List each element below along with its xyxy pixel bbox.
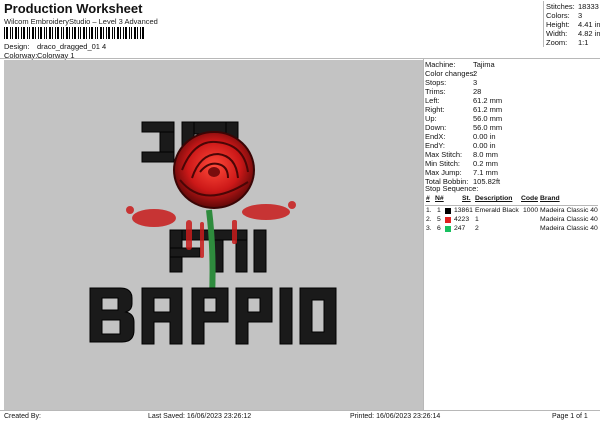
sequence-cell-st: 13861 <box>454 207 473 214</box>
property-label: Total Bobbin: <box>425 177 469 186</box>
property-value: 0.00 in <box>473 132 496 141</box>
rose-stem <box>206 209 216 299</box>
stats-box: Stitches: 18333 Colors: 3 Height: 4.41 in W… <box>543 1 600 47</box>
stat-row: Height: 4.41 in <box>546 20 600 29</box>
sequence-cell-brand: Madeira Classic 40 <box>540 225 598 232</box>
property-row: Max Stitch: 8.0 mm <box>425 150 498 159</box>
bottom-glyphs <box>89 287 337 345</box>
sequence-cell-num: 2. <box>426 216 432 223</box>
property-row: Stops: 3 <box>425 78 477 87</box>
property-value: 0.00 in <box>473 141 496 150</box>
sequence-cell-num: 1. <box>426 207 432 214</box>
design-preview <box>4 60 423 410</box>
sequence-cell-n: 6 <box>437 225 441 232</box>
property-value: 0.2 mm <box>473 159 499 168</box>
property-value: 56.0 mm <box>473 114 503 123</box>
property-row: Left: 61.2 mm <box>425 96 502 105</box>
middle-glyphs <box>169 229 267 273</box>
property-value: 2 <box>473 69 478 78</box>
property-label: Left: <box>425 96 440 105</box>
stat-row: Stitches: 18333 <box>546 2 599 11</box>
page-number: Page 1 of 1 <box>552 413 588 420</box>
color-swatch <box>445 208 451 214</box>
property-value: Tajima <box>473 60 495 69</box>
sequence-cell-st: 4223 <box>454 216 470 223</box>
property-row: EndX: 0.00 in <box>425 132 496 141</box>
property-label: Down: <box>425 123 447 132</box>
sequence-row: 3. 6 247 2 Madeira Classic 40 <box>425 225 598 234</box>
property-label: Min Stitch: <box>425 159 461 168</box>
property-row: Color changes: 2 <box>425 69 478 78</box>
property-row: Machine: Tajima <box>425 60 495 69</box>
stat-row: Width: 4.82 in <box>546 29 600 38</box>
color-swatch <box>445 226 451 232</box>
sequence-cell-desc: Emerald Black <box>475 207 519 214</box>
property-value: 3 <box>473 78 478 87</box>
header-divider <box>0 58 600 59</box>
sequence-cell-n: 5 <box>437 216 441 223</box>
property-row: Trims: 28 <box>425 87 481 96</box>
property-row: Down: 56.0 mm <box>425 123 502 132</box>
stat-row: Colors: 3 <box>546 11 583 20</box>
embroidery-artwork <box>89 121 337 345</box>
property-value: 105.82ft <box>473 177 501 186</box>
footer: Created By: Last Saved: 16/06/2023 23:26… <box>0 410 600 424</box>
created-by: Created By: <box>4 413 41 420</box>
property-label: Up: <box>425 114 437 123</box>
sequence-cell-desc: 2 <box>475 225 479 232</box>
property-row: EndY: 0.00 in <box>425 141 496 150</box>
panel-divider <box>423 58 424 410</box>
software-subtitle: Wilcom EmbroideryStudio – Level 3 Advanc… <box>4 17 158 26</box>
stat-row: Zoom: 1:1 <box>546 38 589 47</box>
page-title: Production Worksheet <box>4 1 143 16</box>
property-label: Right: <box>425 105 445 114</box>
sequence-cell-n: 1 <box>437 207 441 214</box>
property-row: Total Bobbin: 105.82ft <box>425 177 500 186</box>
sequence-row: 2. 5 4223 1 Madeira Classic 40 <box>425 216 598 225</box>
property-label: Max Jump: <box>425 168 462 177</box>
property-value: 61.2 mm <box>473 96 503 105</box>
property-row: Min Stitch: 0.2 mm <box>425 159 498 168</box>
property-value: 8.0 mm <box>473 150 499 159</box>
barcode-icon <box>4 27 144 39</box>
property-value: 61.2 mm <box>473 105 503 114</box>
property-value: 28 <box>473 87 482 96</box>
property-row: Max Jump: 7.1 mm <box>425 168 498 177</box>
printed-date: Printed: 16/06/2023 23:26:14 <box>350 413 441 420</box>
color-swatch <box>445 217 451 223</box>
design-label: Design: <box>4 42 30 51</box>
property-label: EndX: <box>425 132 446 141</box>
sequence-cell-desc: 1 <box>475 216 479 223</box>
sequence-cell-brand: Madeira Classic 40 <box>540 207 598 214</box>
design-value: draco_dragged_01 4 <box>37 42 107 51</box>
sequence-header-row: # N# St. Description Code Brand <box>426 195 560 202</box>
property-label: Max Stitch: <box>425 150 463 159</box>
property-value: 56.0 mm <box>473 123 503 132</box>
property-row: Right: 61.2 mm <box>425 105 502 114</box>
property-label: EndY: <box>425 141 446 150</box>
sequence-row: 1. 1 13861 Emerald Black 1000 Madeira Classic… <box>425 207 598 216</box>
property-value: 7.1 mm <box>473 168 499 177</box>
property-label: Trims: <box>425 87 446 96</box>
property-label: Color changes: <box>425 69 476 78</box>
sequence-cell-num: 3. <box>426 225 432 232</box>
last-saved: Last Saved: 16/06/2023 23:26:12 <box>148 413 252 420</box>
sequence-cell-code: 1000 <box>523 207 539 214</box>
sequence-cell-brand: Madeira Classic 40 <box>540 216 598 223</box>
property-label: Machine: <box>425 60 456 69</box>
sequence-cell-st: 247 <box>454 225 466 232</box>
property-row: Up: 56.0 mm <box>425 114 502 123</box>
rose-icon <box>173 131 255 209</box>
property-label: Stops: <box>425 78 447 87</box>
